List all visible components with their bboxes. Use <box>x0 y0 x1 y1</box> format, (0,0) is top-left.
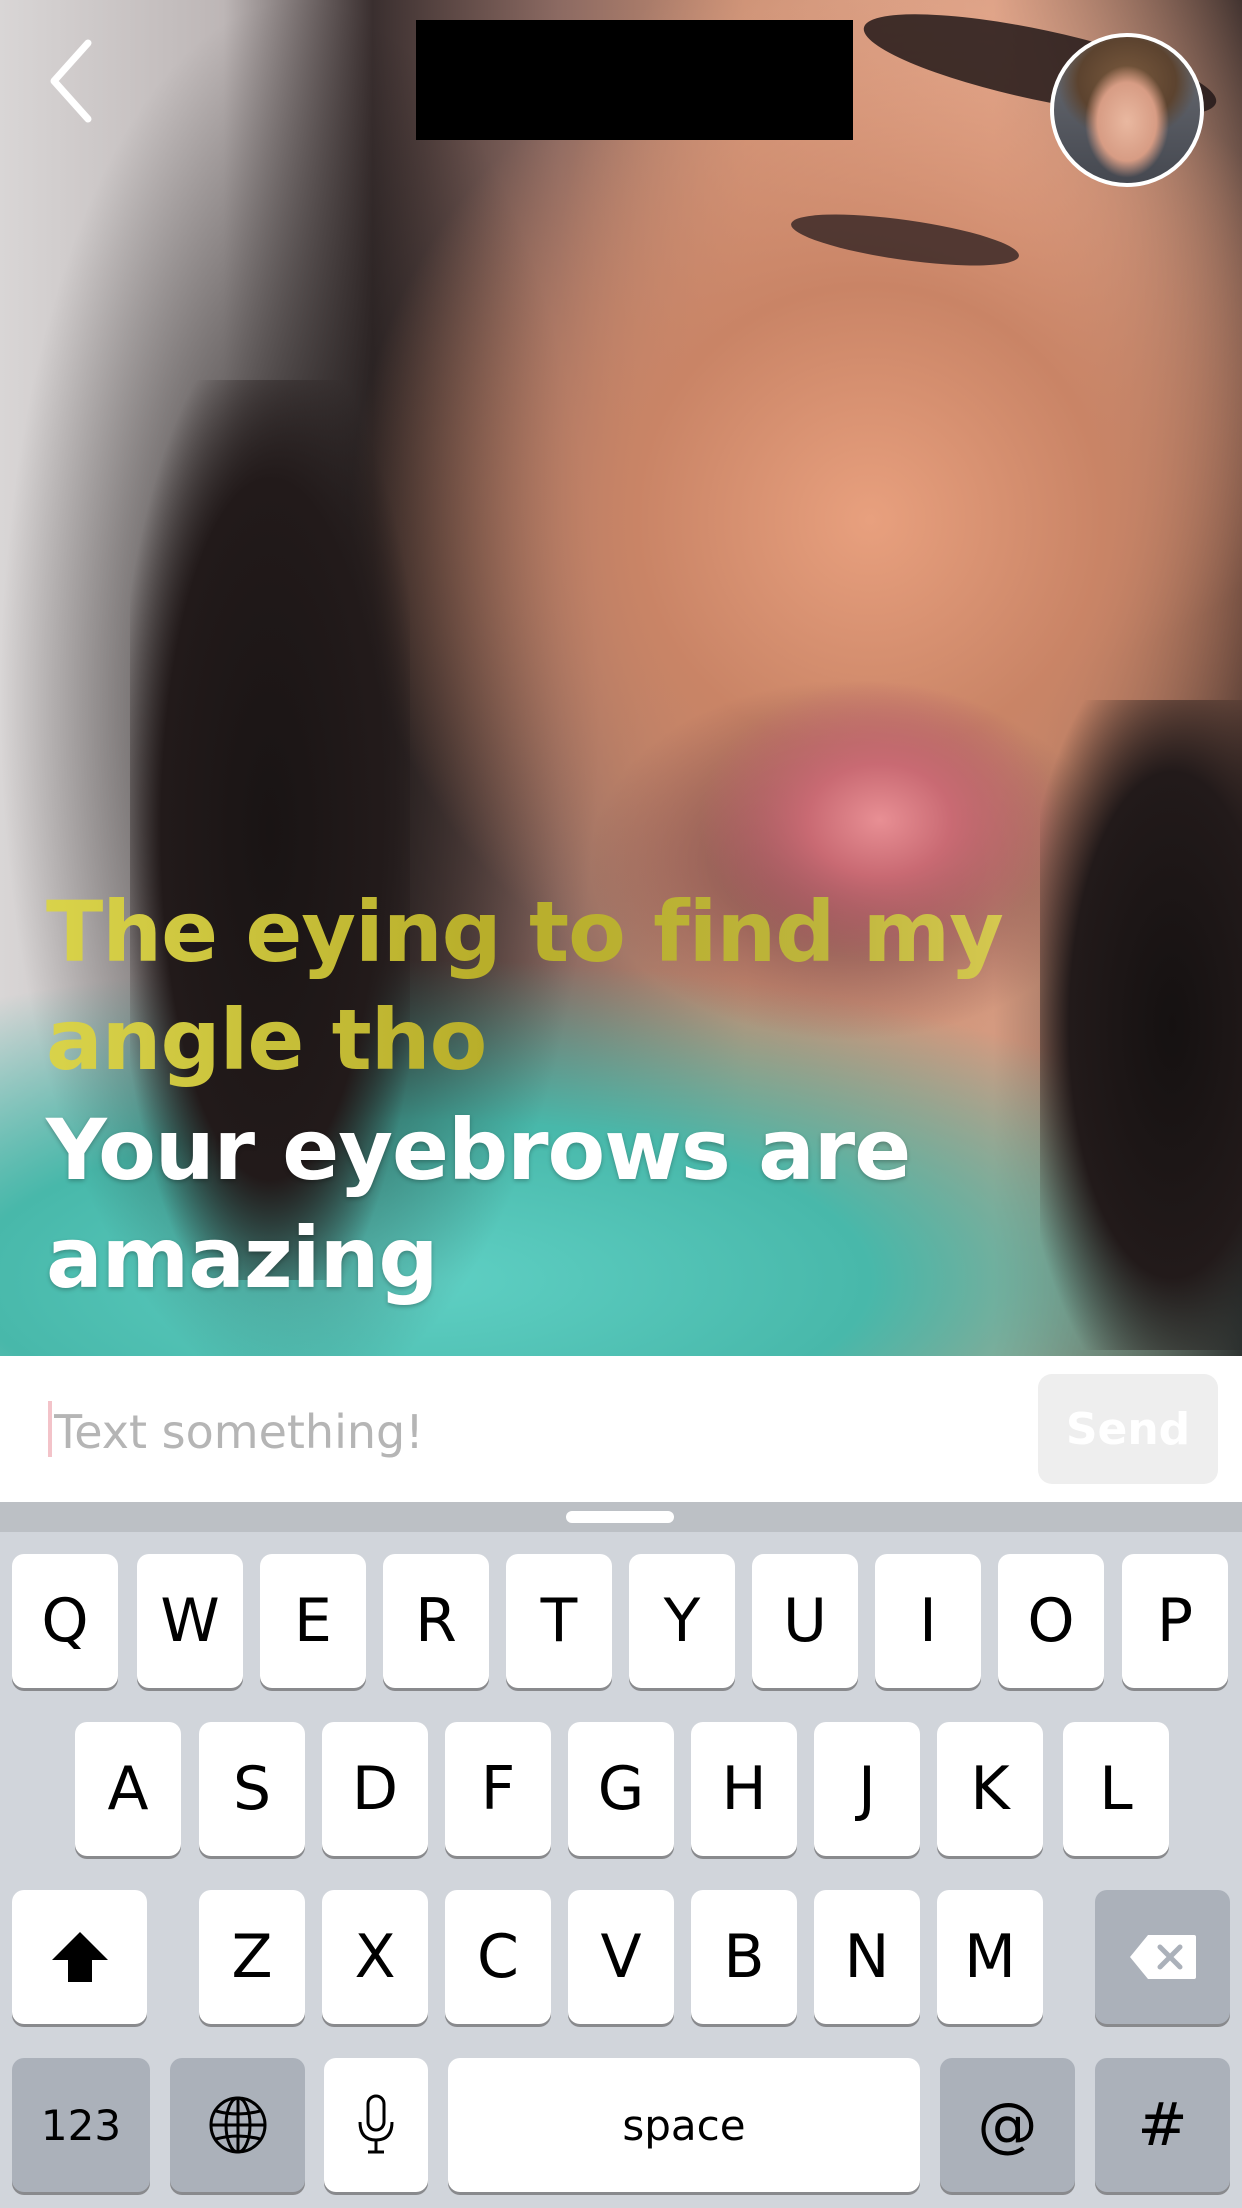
key-m[interactable]: M <box>937 1890 1043 2024</box>
numbers-key[interactable]: 123 <box>12 2058 150 2192</box>
chevron-left-icon <box>50 39 92 123</box>
globe-icon <box>209 2096 266 2154</box>
shift-arrow-icon <box>51 1932 108 1982</box>
send-button[interactable]: Send <box>1038 1374 1218 1484</box>
key-q[interactable]: Q <box>12 1554 118 1688</box>
key-i[interactable]: I <box>875 1554 981 1688</box>
backspace-icon <box>1129 1935 1196 1979</box>
globe-key[interactable] <box>170 2058 305 2192</box>
key-p[interactable]: P <box>1122 1554 1228 1688</box>
key-j[interactable]: J <box>814 1722 920 1856</box>
key-h[interactable]: H <box>691 1722 797 1856</box>
delete-key[interactable] <box>1095 1890 1230 2024</box>
caption-sent: Your eyebrows are amazing <box>46 1101 911 1307</box>
message-captions: The eying to find my angle tho Your eyeb… <box>46 878 1146 1312</box>
key-r[interactable]: R <box>383 1554 489 1688</box>
user-avatar[interactable] <box>1050 33 1204 187</box>
key-v[interactable]: V <box>568 1890 674 2024</box>
message-composer: Send <box>0 1356 1242 1502</box>
key-o[interactable]: O <box>998 1554 1104 1688</box>
space-key[interactable]: space <box>448 2058 920 2192</box>
key-a[interactable]: A <box>75 1722 181 1856</box>
key-f[interactable]: F <box>445 1722 551 1856</box>
back-button[interactable] <box>36 36 106 126</box>
keyboard-top-bar <box>0 1502 1242 1532</box>
key-t[interactable]: T <box>506 1554 612 1688</box>
key-d[interactable]: D <box>322 1722 428 1856</box>
hash-key[interactable]: # <box>1095 2058 1230 2192</box>
key-w[interactable]: W <box>137 1554 243 1688</box>
video-view: The eying to find my angle tho Your eyeb… <box>0 0 1242 1356</box>
redacted-name-bar <box>416 20 853 140</box>
key-x[interactable]: X <box>322 1890 428 2024</box>
shift-key[interactable] <box>12 1890 147 2024</box>
at-key[interactable]: @ <box>940 2058 1075 2192</box>
keyboard-grabber[interactable] <box>566 1511 674 1523</box>
message-input[interactable] <box>52 1386 1016 1478</box>
key-l[interactable]: L <box>1063 1722 1169 1856</box>
caption-received: The eying to find my angle tho <box>46 878 1146 1094</box>
key-y[interactable]: Y <box>629 1554 735 1688</box>
key-c[interactable]: C <box>445 1890 551 2024</box>
key-z[interactable]: Z <box>199 1890 305 2024</box>
microphone-key[interactable] <box>324 2058 428 2192</box>
key-b[interactable]: B <box>691 1890 797 2024</box>
key-e[interactable]: E <box>260 1554 366 1688</box>
key-s[interactable]: S <box>199 1722 305 1856</box>
key-u[interactable]: U <box>752 1554 858 1688</box>
key-g[interactable]: G <box>568 1722 674 1856</box>
microphone-icon <box>358 2094 394 2154</box>
photo-eye <box>788 204 1022 276</box>
key-n[interactable]: N <box>814 1890 920 2024</box>
key-k[interactable]: K <box>937 1722 1043 1856</box>
keyboard: Q W E R T Y U I O P A S D F G H J K L Z … <box>0 1502 1242 2208</box>
